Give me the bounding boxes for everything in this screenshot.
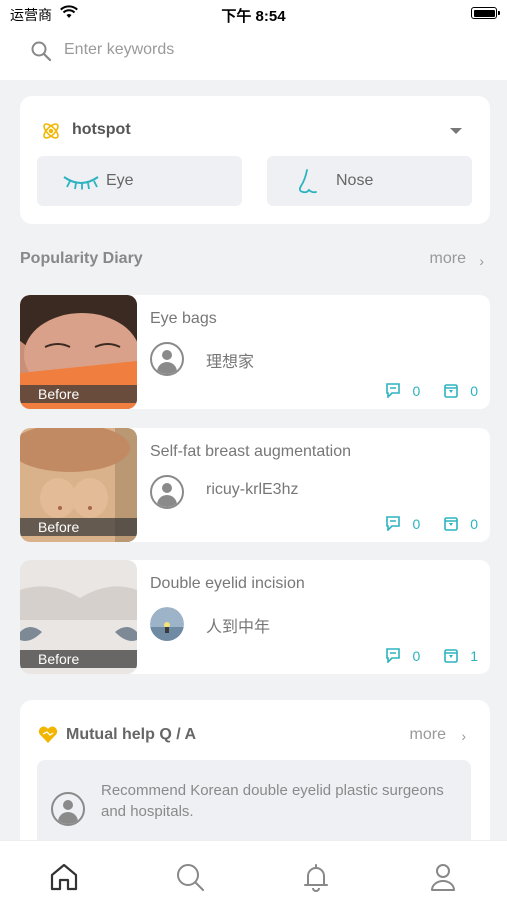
comment-count: 0 <box>385 648 420 664</box>
section-title: Popularity Diary <box>20 250 143 267</box>
favorite-count: 0 <box>444 516 478 532</box>
chip-eye[interactable]: Eye <box>37 156 242 206</box>
diary-photo: Before <box>20 560 137 674</box>
avatar <box>51 792 85 826</box>
profile-icon[interactable] <box>425 859 461 895</box>
before-badge: Before <box>20 518 137 536</box>
search-bar[interactable]: Enter keywords <box>0 28 507 80</box>
hotspot-icon <box>43 123 59 139</box>
diary-photo: Before <box>20 428 137 542</box>
diary-card[interactable]: Before Double eyelid incision 人到中年 0 1 <box>20 560 490 674</box>
chevron-right-icon[interactable]: › <box>461 728 466 744</box>
diary-author: ricuy-krlE3hz <box>206 481 299 498</box>
status-bar: 运营商 下午 8:54 <box>0 0 507 28</box>
comment-count: 0 <box>385 516 420 532</box>
bookmark-icon <box>444 649 459 663</box>
bell-icon[interactable] <box>298 859 334 895</box>
more-link[interactable]: more <box>430 250 466 268</box>
before-badge: Before <box>20 650 137 668</box>
qa-card: Mutual help Q / A more › Recommend Korea… <box>20 700 490 860</box>
chip-label: Eye <box>106 172 134 189</box>
diary-title: Eye bags <box>150 310 217 327</box>
search-icon <box>31 41 52 62</box>
diary-title: Double eyelid incision <box>150 575 305 592</box>
dropdown-caret-icon[interactable] <box>450 128 462 134</box>
battery-icon <box>471 7 500 19</box>
diary-stats: 0 0 <box>365 383 478 402</box>
favorite-count: 0 <box>444 383 478 399</box>
home-icon[interactable] <box>46 859 82 895</box>
comment-icon <box>385 516 400 531</box>
heart-handshake-icon <box>38 726 58 743</box>
diary-author: 理想家 <box>206 354 255 371</box>
chip-nose[interactable]: Nose <box>267 156 472 206</box>
favorite-count: 1 <box>444 648 478 664</box>
before-badge: Before <box>20 385 137 403</box>
diary-stats: 0 0 <box>365 516 478 535</box>
diary-stats: 0 1 <box>365 648 478 667</box>
eyelash-icon <box>63 176 99 190</box>
hotspot-title: hotspot <box>72 121 131 138</box>
diary-photo: Before <box>20 295 137 409</box>
comment-icon <box>385 383 400 398</box>
diary-author: 人到中年 <box>206 619 271 636</box>
avatar <box>150 475 184 509</box>
diary-card[interactable]: Before Self-fat breast augmentation ricu… <box>20 428 490 542</box>
avatar <box>150 342 184 376</box>
section-title: Mutual help Q / A <box>66 726 197 743</box>
popularity-diary-header: Popularity Diary more › <box>20 250 490 270</box>
avatar <box>150 607 184 641</box>
qa-question: Recommend Korean double eyelid plastic s… <box>101 782 444 820</box>
search-input[interactable]: Enter keywords <box>64 41 174 59</box>
nose-icon <box>298 169 317 194</box>
chevron-right-icon[interactable]: › <box>479 253 484 269</box>
tab-bar <box>0 840 507 901</box>
chip-label: Nose <box>336 172 374 189</box>
comment-icon <box>385 648 400 663</box>
search-icon[interactable] <box>172 859 208 895</box>
diary-card[interactable]: Before Eye bags 理想家 0 0 <box>20 295 490 409</box>
bookmark-icon <box>444 517 459 531</box>
diary-title: Self-fat breast augmentation <box>150 443 352 460</box>
status-time: 下午 8:54 <box>221 8 286 25</box>
hotspot-card: hotspot Eye Nose <box>20 96 490 224</box>
more-link[interactable]: more <box>410 726 446 744</box>
bookmark-icon <box>444 384 459 398</box>
comment-count: 0 <box>385 383 420 399</box>
